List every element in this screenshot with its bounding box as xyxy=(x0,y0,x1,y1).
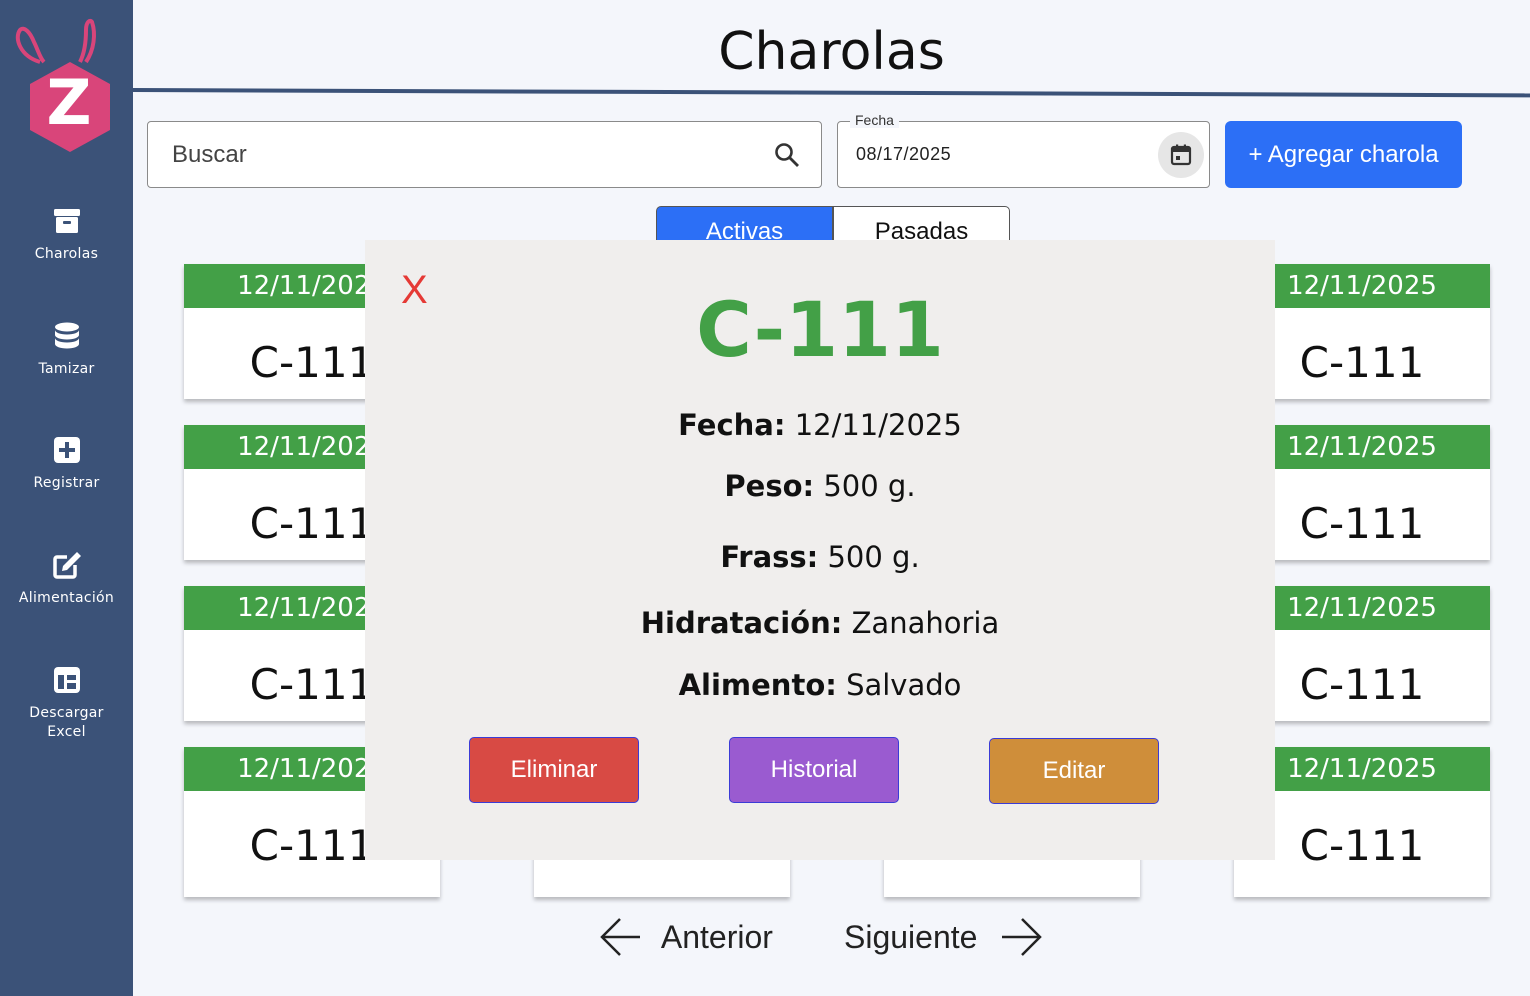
sidebar-item-charolas[interactable]: Charolas xyxy=(0,205,133,264)
sidebar-item-label: Descargar Excel xyxy=(29,705,104,740)
prev-page-button[interactable]: Anterior xyxy=(598,915,773,959)
history-button[interactable]: Historial xyxy=(729,737,899,803)
sidebar-item-descargar-excel[interactable]: Descargar Excel xyxy=(0,664,133,742)
detail-label: Hidratación: xyxy=(640,606,843,640)
modal-title: C-111 xyxy=(696,285,944,374)
add-tray-button[interactable]: + Agregar charola xyxy=(1225,121,1462,188)
arrow-left-icon xyxy=(600,918,640,956)
detail-fecha: Fecha: 12/11/2025 xyxy=(365,408,1275,442)
search-box[interactable] xyxy=(147,121,822,188)
detail-frass: Frass: 500 g. xyxy=(365,540,1275,574)
sidebar-item-alimentacion[interactable]: Alimentación xyxy=(0,549,133,608)
logo-letter: Z xyxy=(46,66,92,139)
tray-detail-modal: X C-111 Fecha: 12/11/2025 Peso: 500 g. F… xyxy=(365,240,1275,860)
sidebar-item-tamizar[interactable]: Tamizar xyxy=(0,320,133,379)
sidebar-item-label: Registrar xyxy=(33,475,100,491)
tray-archive-icon xyxy=(53,209,80,233)
table-icon xyxy=(53,667,80,693)
detail-value: 500 g. xyxy=(823,469,916,503)
detail-alimento: Alimento: Salvado xyxy=(365,668,1275,702)
date-field-value[interactable]: 08/17/2025 xyxy=(856,144,951,165)
sidebar-item-label: Charolas xyxy=(34,246,99,262)
sidebar-item-registrar[interactable]: Registrar xyxy=(0,434,133,493)
delete-button[interactable]: Eliminar xyxy=(469,737,639,803)
title-divider xyxy=(132,88,1530,98)
calendar-icon xyxy=(1170,144,1192,166)
calendar-button[interactable] xyxy=(1158,132,1204,178)
next-page-button[interactable]: Siguiente xyxy=(844,915,1044,959)
prev-page-label: Anterior xyxy=(660,918,773,955)
sidebar: Z Charolas Tamizar Registrar Alimentació… xyxy=(0,0,133,996)
sidebar-item-label: Tamizar xyxy=(38,361,95,377)
database-icon xyxy=(54,322,79,349)
detail-label: Alimento: xyxy=(678,668,837,702)
detail-hidratacion: Hidratación: Zanahoria xyxy=(365,606,1275,640)
arrow-right-icon xyxy=(1002,918,1043,956)
detail-label: Frass: xyxy=(720,540,819,574)
detail-value: 500 g. xyxy=(827,540,920,574)
page-title: Charolas xyxy=(718,22,945,82)
detail-label: Peso: xyxy=(724,469,815,503)
search-icon[interactable] xyxy=(773,141,801,169)
detail-value: Salvado xyxy=(846,668,962,702)
search-input[interactable] xyxy=(172,136,732,174)
date-field[interactable]: Fecha 08/17/2025 xyxy=(837,112,1210,188)
plus-square-icon xyxy=(53,437,80,463)
detail-label: Fecha: xyxy=(678,408,786,442)
detail-value: Zanahoria xyxy=(851,606,1000,640)
date-field-label: Fecha xyxy=(850,112,899,128)
edit-button[interactable]: Editar xyxy=(989,738,1159,804)
detail-peso: Peso: 500 g. xyxy=(365,469,1275,503)
next-page-label: Siguiente xyxy=(844,918,978,955)
edit-icon xyxy=(52,552,81,579)
detail-value: 12/11/2025 xyxy=(794,408,962,442)
sidebar-item-label: Alimentación xyxy=(18,590,115,606)
